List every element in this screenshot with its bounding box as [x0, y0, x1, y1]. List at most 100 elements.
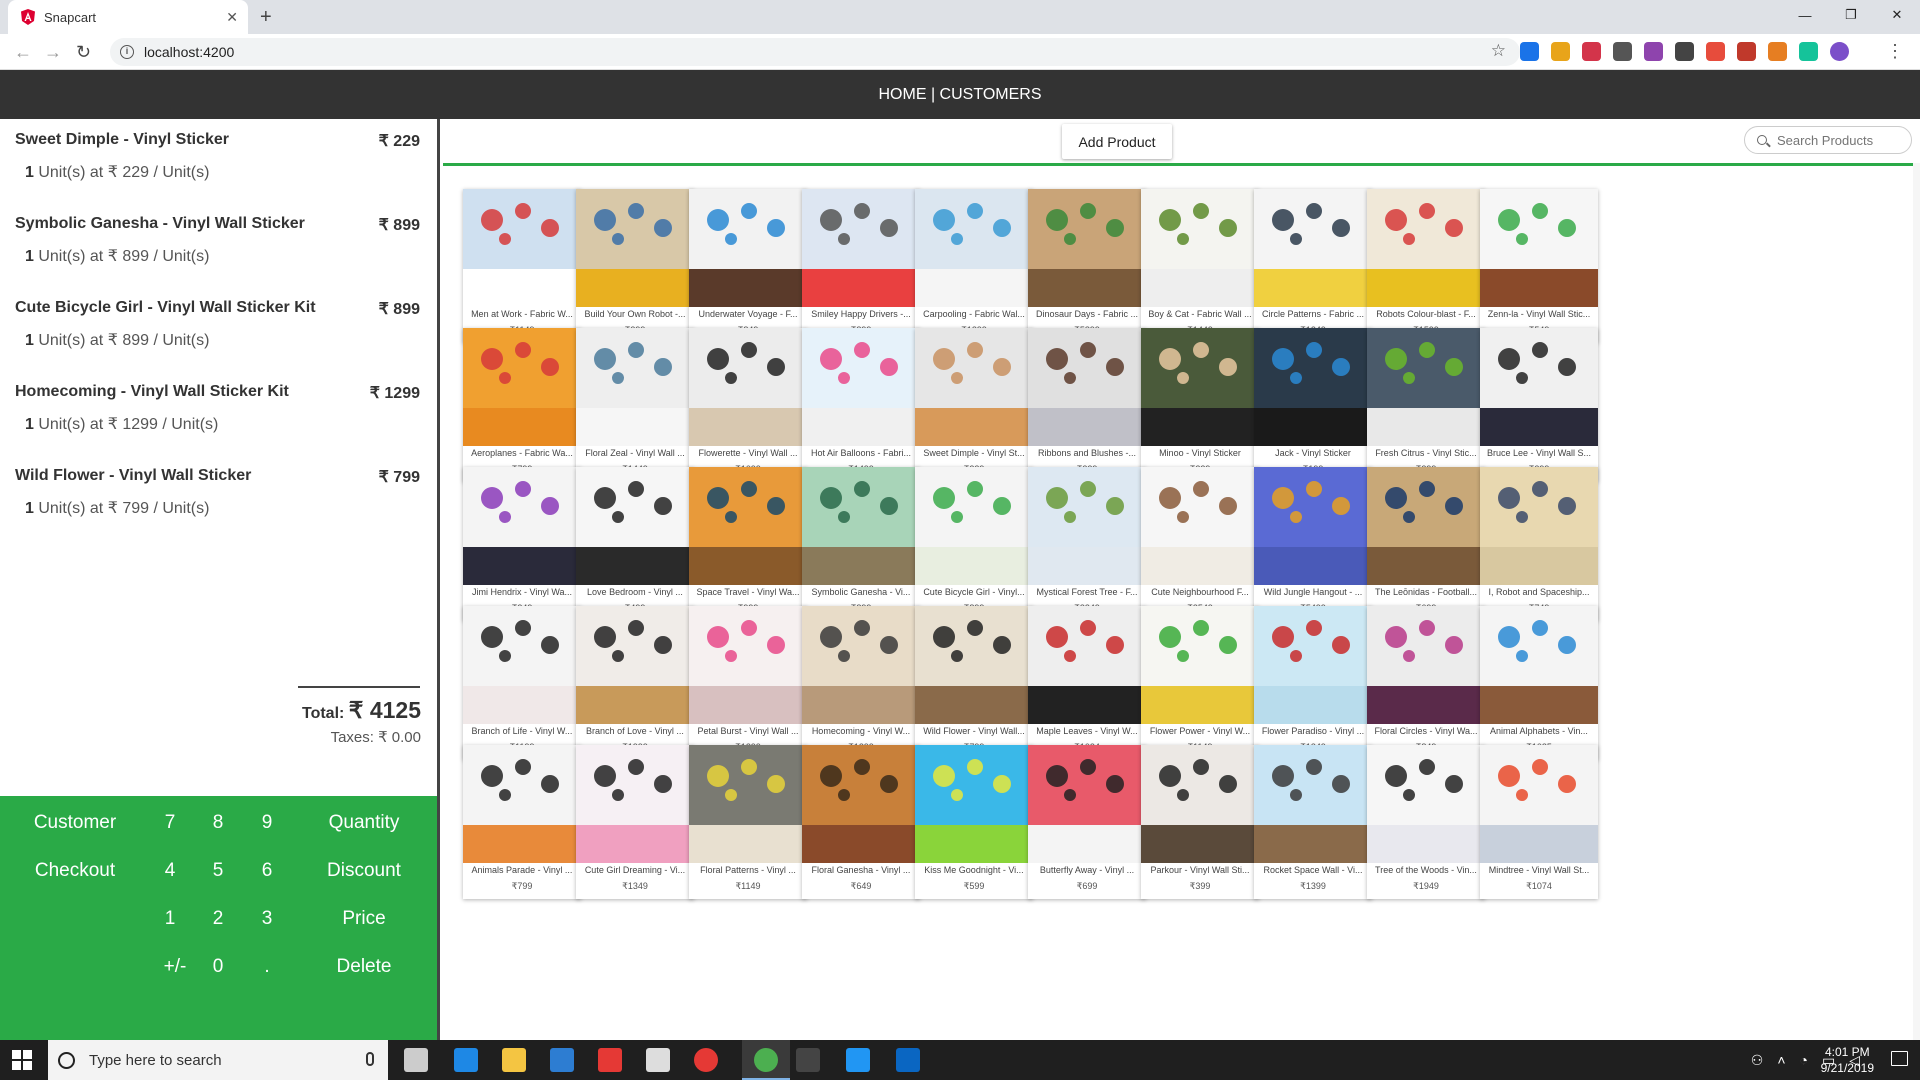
- product-card[interactable]: Wild Jungle Hangout - ...₹5499: [1254, 467, 1372, 621]
- smiley-icon[interactable]: [1551, 42, 1570, 61]
- key-decimal[interactable]: .: [237, 956, 297, 978]
- product-card[interactable]: Ribbons and Blushes -...₹229: [1028, 328, 1146, 482]
- product-card[interactable]: Petal Burst - Vinyl Wall ...₹1299: [689, 606, 807, 760]
- product-card[interactable]: Circle Patterns - Fabric ...₹1249: [1254, 189, 1372, 343]
- reload-button[interactable]: ↻: [76, 40, 91, 64]
- restore-button[interactable]: ❐: [1828, 0, 1874, 30]
- gift-icon[interactable]: [598, 1048, 622, 1072]
- minimize-button[interactable]: —: [1782, 0, 1828, 30]
- quantity-mode-button[interactable]: Quantity: [294, 812, 434, 834]
- back-button[interactable]: ←: [14, 40, 32, 64]
- product-card[interactable]: Flower Power - Vinyl W...₹1149: [1141, 606, 1259, 760]
- product-card[interactable]: Hot Air Balloons - Fabri...₹1499: [802, 328, 920, 482]
- order-item[interactable]: Cute Bicycle Girl - Vinyl Wall Sticker K…: [0, 287, 436, 367]
- chrome-icon[interactable]: [754, 1048, 778, 1072]
- edge-icon[interactable]: [454, 1048, 478, 1072]
- product-card[interactable]: Tree of the Woods - Vin... ₹1949: [1367, 745, 1485, 899]
- discount-mode-button[interactable]: Discount: [294, 860, 434, 882]
- product-card[interactable]: Floral Patterns - Vinyl ... ₹1149: [689, 745, 807, 899]
- product-card[interactable]: Build Your Own Robot -...₹399: [576, 189, 694, 343]
- order-item[interactable]: Wild Flower - Vinyl Wall Sticker ₹ 799 1…: [0, 455, 436, 535]
- profile-icon[interactable]: [1830, 42, 1849, 61]
- product-card[interactable]: Mindtree - Vinyl Wall St... ₹1074: [1480, 745, 1598, 899]
- vscode-icon[interactable]: [846, 1048, 870, 1072]
- taskbar-search-box[interactable]: Type here to search: [48, 1040, 388, 1080]
- product-card[interactable]: Homecoming - Vinyl W...₹1299: [802, 606, 920, 760]
- product-card[interactable]: Smiley Happy Drivers -...₹899: [802, 189, 920, 343]
- network-icon[interactable]: ◔: [1800, 1052, 1808, 1068]
- media-icon[interactable]: [1706, 42, 1725, 61]
- key-9[interactable]: 9: [237, 812, 297, 834]
- pen-icon[interactable]: [1644, 42, 1663, 61]
- checkout-button[interactable]: Checkout: [5, 860, 145, 882]
- delete-button[interactable]: Delete: [294, 956, 434, 978]
- order-item[interactable]: Sweet Dimple - Vinyl Sticker ₹ 229 1 Uni…: [0, 119, 436, 199]
- product-card[interactable]: Cute Neighbourhood F...₹3549: [1141, 467, 1259, 621]
- url-text[interactable]: localhost:4200: [144, 44, 234, 60]
- product-card[interactable]: Underwater Voyage - F...₹849: [689, 189, 807, 343]
- product-card[interactable]: Symbolic Ganesha - Vi...₹899: [802, 467, 920, 621]
- product-card[interactable]: Cute Bicycle Girl - Vinyl...₹899: [915, 467, 1033, 621]
- product-card[interactable]: Fresh Citrus - Vinyl Stic...₹299: [1367, 328, 1485, 482]
- pocket-icon[interactable]: [1582, 42, 1601, 61]
- address-bar[interactable]: i localhost:4200 ☆: [110, 38, 1520, 66]
- clock[interactable]: 4:01 PM 9/21/2019: [1821, 1044, 1874, 1076]
- product-card[interactable]: Aeroplanes - Fabric Wa...₹799: [463, 328, 581, 482]
- order-item[interactable]: Homecoming - Vinyl Wall Sticker Kit ₹ 12…: [0, 371, 436, 451]
- product-card[interactable]: Butterfly Away - Vinyl ... ₹699: [1028, 745, 1146, 899]
- customer-button[interactable]: Customer: [5, 812, 145, 834]
- product-card[interactable]: Floral Zeal - Vinyl Wall ...₹1449: [576, 328, 694, 482]
- task-view-icon[interactable]: [404, 1048, 428, 1072]
- terminal-icon[interactable]: [796, 1048, 820, 1072]
- browser-tab[interactable]: Snapcart ✕: [8, 0, 248, 34]
- product-card[interactable]: Floral Circles - Vinyl Wa...₹849: [1367, 606, 1485, 760]
- product-card[interactable]: Rocket Space Wall - Vi... ₹1399: [1254, 745, 1372, 899]
- flame-icon[interactable]: [1768, 42, 1787, 61]
- linkedin-icon[interactable]: [896, 1048, 920, 1072]
- product-card[interactable]: Animals Parade - Vinyl ... ₹799: [463, 745, 581, 899]
- add-product-button[interactable]: Add Product: [1062, 124, 1172, 159]
- product-card[interactable]: Boy & Cat - Fabric Wall ...₹1449: [1141, 189, 1259, 343]
- new-tab-button[interactable]: +: [260, 4, 272, 30]
- color-icon[interactable]: [1737, 42, 1756, 61]
- site-info-icon[interactable]: i: [120, 45, 134, 59]
- product-card[interactable]: Dinosaur Days - Fabric ...₹5899: [1028, 189, 1146, 343]
- tab-close-icon[interactable]: ✕: [226, 9, 238, 26]
- product-card[interactable]: Robots Colour-blast - F...₹1599: [1367, 189, 1485, 343]
- forward-button[interactable]: →: [44, 40, 62, 64]
- product-card[interactable]: Space Travel - Vinyl Wa...₹999: [689, 467, 807, 621]
- file-explorer-icon[interactable]: [502, 1048, 526, 1072]
- microphone-icon[interactable]: [366, 1052, 374, 1066]
- people-icon[interactable]: ⚇: [1751, 1052, 1764, 1069]
- product-card[interactable]: Zenn-la - Vinyl Wall Stic...₹549: [1480, 189, 1598, 343]
- product-card[interactable]: I, Robot and Spaceship...₹749: [1480, 467, 1598, 621]
- mail-icon[interactable]: [646, 1048, 670, 1072]
- product-card[interactable]: Sweet Dimple - Vinyl St...₹229: [915, 328, 1033, 482]
- product-card[interactable]: Bruce Lee - Vinyl Wall S...₹299: [1480, 328, 1598, 482]
- product-card[interactable]: Kiss Me Goodnight - Vi... ₹599: [915, 745, 1033, 899]
- search-products-input[interactable]: [1777, 132, 1907, 148]
- product-card[interactable]: Animal Alphabets - Vin...₹1025: [1480, 606, 1598, 760]
- nav-customers-link[interactable]: CUSTOMERS: [940, 86, 1042, 104]
- windows-start-icon[interactable]: [12, 1050, 32, 1070]
- product-card[interactable]: Floral Ganesha - Vinyl ... ₹649: [802, 745, 920, 899]
- product-card[interactable]: Minoo - Vinyl Sticker₹229: [1141, 328, 1259, 482]
- product-card[interactable]: Flower Paradiso - Vinyl ...₹1349: [1254, 606, 1372, 760]
- product-card[interactable]: Jack - Vinyl Sticker₹199: [1254, 328, 1372, 482]
- tool-icon[interactable]: [1675, 42, 1694, 61]
- browser-menu-icon[interactable]: ⋮: [1886, 41, 1904, 61]
- product-card[interactable]: Jimi Hendrix - Vinyl Wa...₹349: [463, 467, 581, 621]
- product-card[interactable]: Men at Work - Fabric W...₹1149: [463, 189, 581, 343]
- store-icon[interactable]: [550, 1048, 574, 1072]
- opera-icon[interactable]: [694, 1048, 718, 1072]
- order-item[interactable]: Symbolic Ganesha - Vinyl Wall Sticker ₹ …: [0, 203, 436, 283]
- product-card[interactable]: Carpooling - Fabric Wal...₹1299: [915, 189, 1033, 343]
- product-card[interactable]: Branch of Love - Vinyl ...₹1999: [576, 606, 694, 760]
- product-card[interactable]: Wild Flower - Vinyl Wall...₹799: [915, 606, 1033, 760]
- product-card[interactable]: Parkour - Vinyl Wall Sti... ₹399: [1141, 745, 1259, 899]
- product-card[interactable]: Love Bedroom - Vinyl ...₹499: [576, 467, 694, 621]
- product-card[interactable]: Branch of Life - Vinyl W...₹1199: [463, 606, 581, 760]
- product-card[interactable]: Mystical Forest Tree - F...₹3349: [1028, 467, 1146, 621]
- close-window-button[interactable]: ✕: [1874, 0, 1920, 30]
- notification-center-icon[interactable]: [1891, 1051, 1908, 1066]
